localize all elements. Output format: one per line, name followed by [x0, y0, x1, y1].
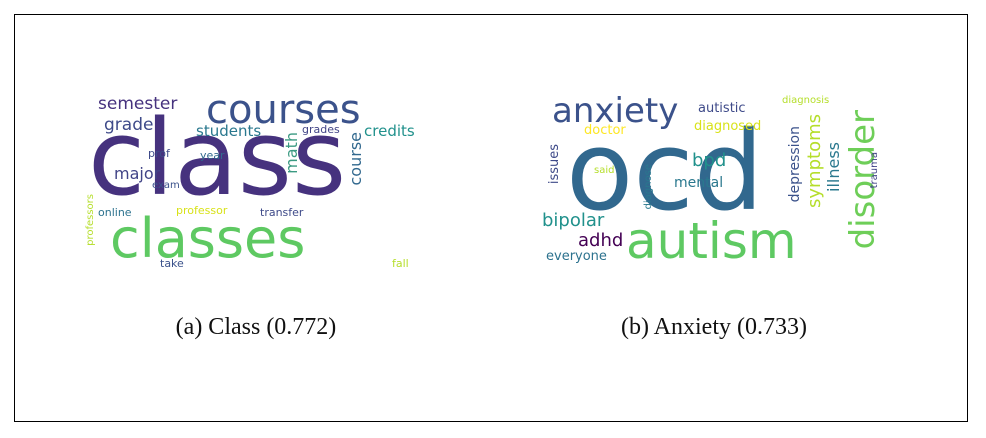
cloud-word: adhd	[578, 230, 624, 251]
cloud-word: diagnosed	[694, 119, 762, 134]
cloud-word: diagnose	[643, 164, 654, 210]
cloud-word: fall	[392, 257, 409, 270]
cloud-word: take	[160, 257, 184, 270]
cloud-word: doctor	[584, 123, 626, 138]
cloud-word: illness	[824, 142, 843, 192]
cloud-word: grade	[104, 115, 154, 135]
cloud-word: issues	[547, 144, 562, 185]
cloud-word: math	[282, 132, 301, 174]
cloud-word: online	[98, 206, 132, 219]
word-cloud-class: class classes courses semester grade stu…	[80, 90, 432, 282]
cloud-word: year	[200, 149, 225, 162]
cloud-word: depression	[787, 126, 803, 203]
cloud-word: bpd	[692, 150, 727, 171]
cloud-word: mental	[674, 175, 724, 191]
cloud-word: bipolar	[542, 210, 605, 231]
cloud-word: exam	[152, 180, 180, 191]
cloud-word: autism	[626, 212, 797, 270]
word-cloud-anxiety: ocd autism anxiety autistic diagnosis di…	[538, 90, 890, 282]
cloud-word: autistic	[698, 101, 746, 116]
cloud-word: said	[594, 165, 615, 176]
cloud-word: prof	[148, 147, 170, 160]
cloud-word: classes	[110, 207, 306, 270]
cloud-word: transfer	[260, 206, 304, 219]
cloud-word: grades	[302, 123, 340, 136]
cloud-word: credits	[364, 122, 415, 140]
cloud-word: professor	[176, 204, 228, 217]
cloud-word: professors	[85, 194, 96, 246]
cloud-word: symptoms	[804, 114, 825, 208]
cloud-word: diagnosis	[782, 95, 830, 106]
cloud-word: trauma	[869, 152, 880, 189]
caption-class: (a) Class (0.772)	[175, 314, 337, 340]
cloud-word: students	[196, 122, 262, 140]
cloud-word: semester	[98, 94, 178, 114]
cloud-word: everyone	[546, 249, 607, 264]
caption-anxiety: (b) Anxiety (0.733)	[621, 314, 807, 340]
cloud-word: course	[346, 132, 365, 186]
